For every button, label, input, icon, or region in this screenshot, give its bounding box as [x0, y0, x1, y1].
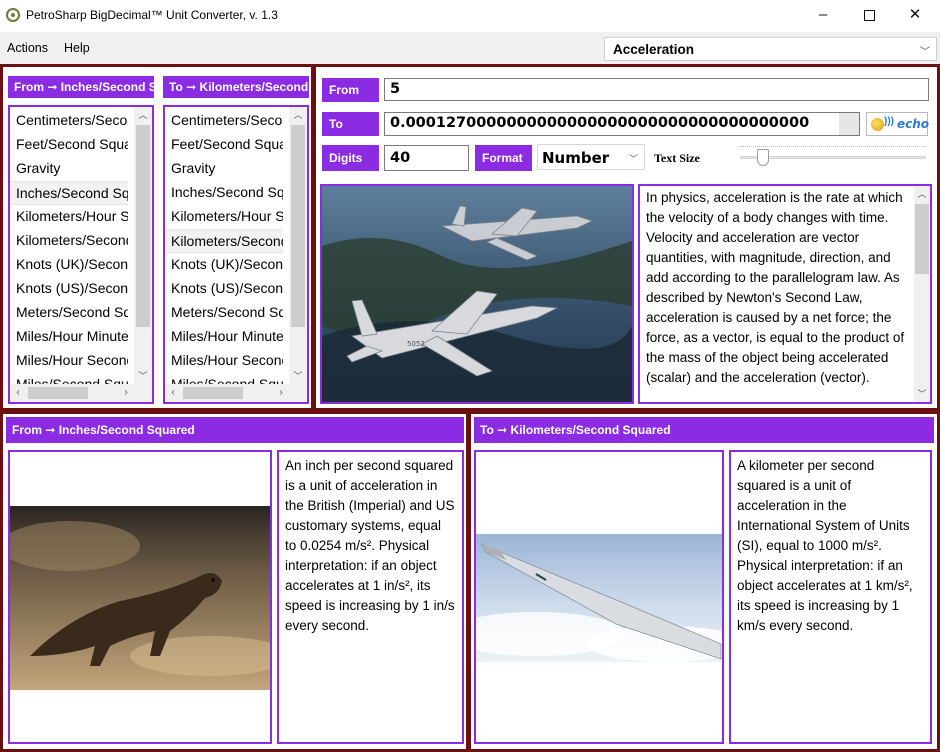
scroll-down-icon[interactable]: ﹀ — [914, 386, 930, 402]
scroll-right-icon[interactable]: › — [118, 384, 134, 402]
list-item[interactable]: Knots (UK)/Second — [165, 253, 283, 277]
scroll-left-icon[interactable]: ‹ — [165, 384, 181, 402]
scroll-left-icon[interactable]: ‹ — [10, 384, 26, 402]
from-list-hscroll[interactable]: ‹ › — [10, 384, 134, 402]
from-list-header: From ➞ Inches/Second Squared — [8, 76, 154, 98]
text-size-slider[interactable] — [740, 146, 926, 168]
scroll-up-icon[interactable]: ︿ — [134, 107, 152, 123]
to-label: To — [322, 112, 379, 136]
app-gear-icon — [6, 8, 20, 22]
list-item[interactable]: Kilometers/Second Squared — [165, 229, 283, 253]
otter-image — [10, 506, 270, 690]
list-item[interactable]: Meters/Second Squared — [10, 301, 128, 325]
list-item[interactable]: Knots (UK)/Second — [10, 253, 128, 277]
list-item[interactable]: Gravity — [165, 157, 283, 181]
from-unit-header: From ➞ Inches/Second Squared — [6, 417, 464, 443]
list-item[interactable]: Miles/Hour Minute — [165, 325, 283, 349]
list-item[interactable]: Feet/Second Squared — [10, 133, 128, 157]
list-item[interactable]: Knots (US)/Second — [10, 277, 128, 301]
fighter-jets-image: 5052 — [322, 186, 632, 402]
to-unit-header: To ➞ Kilometers/Second Squared — [474, 417, 934, 443]
format-value: Number — [542, 149, 610, 167]
speaker-icon — [871, 118, 884, 131]
scroll-thumb[interactable] — [291, 125, 305, 327]
from-list-items: Centimeters/Second SquaredFeet/Second Sq… — [10, 109, 128, 397]
list-item[interactable]: Miles/Hour Minute — [10, 325, 128, 349]
list-item[interactable]: Centimeters/Second Squared — [10, 109, 128, 133]
scroll-up-icon[interactable]: ︿ — [289, 107, 307, 123]
unit-lists-panel: From ➞ Inches/Second Squared To ➞ Kilome… — [3, 67, 311, 408]
svg-text:5052: 5052 — [407, 340, 425, 348]
to-unit-list[interactable]: Centimeters/Second SquaredFeet/Second Sq… — [163, 105, 309, 404]
field-end — [839, 113, 859, 135]
window-title: PetroSharp BigDecimal™ Unit Converter, v… — [26, 8, 278, 22]
speak-button[interactable]: ))) echo — [866, 112, 930, 136]
scroll-down-icon[interactable]: ﹀ — [134, 368, 152, 384]
category-description: In physics, acceleration is the rate at … — [646, 190, 905, 385]
maximize-icon[interactable] — [846, 0, 892, 32]
text-size-label: Text Size — [654, 151, 700, 165]
slider-thumb[interactable] — [757, 149, 769, 166]
list-item[interactable]: Knots (US)/Second — [165, 277, 283, 301]
title-bar: PetroSharp BigDecimal™ Unit Converter, v… — [0, 0, 940, 32]
format-label: Format — [475, 145, 532, 171]
from-value-input[interactable]: 5 — [384, 78, 929, 101]
to-unit-image-frame — [474, 450, 724, 744]
menu-help[interactable]: Help — [64, 41, 90, 55]
scroll-right-icon[interactable]: › — [273, 384, 289, 402]
rocket-image — [476, 534, 722, 662]
list-item[interactable]: Inches/Second Squared — [165, 181, 283, 205]
to-unit-description-box: A kilometer per second squared is a unit… — [729, 450, 932, 744]
format-dropdown[interactable]: Number ﹀ — [537, 144, 645, 170]
scroll-thumb[interactable] — [136, 125, 150, 327]
list-item[interactable]: Feet/Second Squared — [165, 133, 283, 157]
sound-waves-icon: ))) — [884, 116, 894, 127]
scroll-corner — [134, 384, 152, 402]
description-vscroll[interactable]: ︿ ﹀ — [914, 186, 930, 402]
category-dropdown[interactable]: Acceleration ﹀ — [604, 37, 937, 61]
category-image-frame: 5052 — [320, 184, 634, 404]
chevron-down-icon: ﹀ — [628, 154, 638, 164]
scroll-up-icon[interactable]: ︿ — [914, 186, 930, 202]
list-item[interactable]: Kilometers/Hour Second — [165, 205, 283, 229]
scroll-thumb[interactable] — [915, 204, 929, 274]
list-item[interactable]: Miles/Hour Second — [165, 349, 283, 373]
to-unit-description: A kilometer per second squared is a unit… — [737, 458, 913, 633]
list-item[interactable]: Gravity — [10, 157, 128, 181]
to-list-hscroll[interactable]: ‹ › — [165, 384, 289, 402]
to-value-output[interactable]: 0.00012700000000000000000000000000000000… — [384, 112, 860, 136]
from-unit-image-frame — [8, 450, 272, 744]
category-value: Acceleration — [613, 42, 695, 57]
from-unit-description: An inch per second squared is a unit of … — [285, 458, 455, 633]
scroll-down-icon[interactable]: ﹀ — [289, 368, 307, 384]
to-list-header: To ➞ Kilometers/Second Squared — [163, 76, 309, 98]
list-item[interactable]: Kilometers/Hour Second — [10, 205, 128, 229]
list-item[interactable]: Miles/Hour Second — [10, 349, 128, 373]
close-icon[interactable]: ✕ — [892, 0, 938, 32]
echo-label: echo — [897, 117, 930, 131]
digits-label: Digits — [322, 145, 379, 171]
list-item[interactable]: Kilometers/Second Squared — [10, 229, 128, 253]
from-unit-list[interactable]: Centimeters/Second SquaredFeet/Second Sq… — [8, 105, 154, 404]
to-value-text: 0.00012700000000000000000000000000000000… — [390, 115, 810, 131]
menu-actions[interactable]: Actions — [7, 41, 48, 55]
scroll-corner — [289, 384, 307, 402]
from-unit-description-box: An inch per second squared is a unit of … — [277, 450, 464, 744]
from-label: From — [322, 78, 379, 102]
category-description-box: In physics, acceleration is the rate at … — [638, 184, 932, 404]
to-list-vscroll[interactable]: ︿ ﹀ — [289, 107, 307, 384]
minimize-icon[interactable]: – — [800, 0, 846, 32]
list-item[interactable]: Centimeters/Second Squared — [165, 109, 283, 133]
from-list-vscroll[interactable]: ︿ ﹀ — [134, 107, 152, 384]
list-item[interactable]: Inches/Second Squared — [10, 181, 128, 205]
list-item[interactable]: Meters/Second Squared — [165, 301, 283, 325]
digits-input[interactable]: 40 — [384, 145, 469, 171]
scroll-thumb[interactable] — [28, 387, 88, 399]
to-list-items: Centimeters/Second SquaredFeet/Second Sq… — [165, 109, 283, 397]
scroll-thumb[interactable] — [183, 387, 243, 399]
chevron-down-icon: ﹀ — [920, 47, 930, 58]
